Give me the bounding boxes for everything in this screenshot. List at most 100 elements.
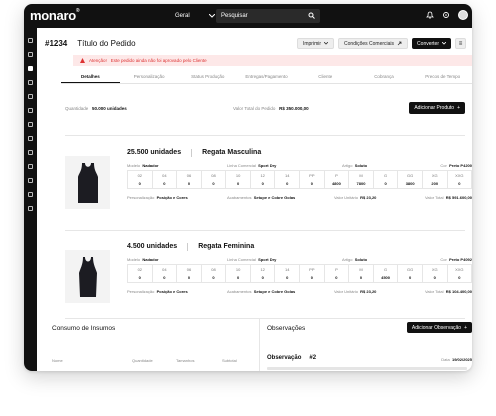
tab-cobranca[interactable]: Cobrança bbox=[355, 70, 414, 83]
more-menu-button[interactable]: ≡ bbox=[455, 38, 466, 49]
size-quantity[interactable]: 0 bbox=[335, 275, 337, 280]
truck-icon[interactable] bbox=[28, 192, 33, 197]
dashboard-icon[interactable] bbox=[28, 38, 33, 43]
unit-value: R$ 23,20 bbox=[360, 195, 377, 200]
size-quantity[interactable]: 0 bbox=[237, 181, 239, 186]
size-label: G bbox=[384, 267, 388, 272]
plus-icon: + bbox=[464, 324, 467, 331]
tab-precos-tempo[interactable]: Precos de Tempo bbox=[413, 70, 472, 83]
col-quantidade: Quantidade bbox=[132, 358, 153, 363]
grid-icon[interactable] bbox=[28, 108, 33, 113]
box-icon[interactable] bbox=[28, 66, 33, 71]
avatar[interactable] bbox=[458, 10, 468, 20]
line-label: Linha Comercial bbox=[227, 257, 256, 262]
product-image[interactable] bbox=[65, 156, 110, 209]
size-quantity[interactable]: 4800 bbox=[332, 181, 341, 186]
size-quantity[interactable]: 0 bbox=[311, 275, 313, 280]
list-icon[interactable] bbox=[28, 94, 33, 99]
size-cell: 12 0 bbox=[251, 171, 276, 188]
size-quantity[interactable]: 0 bbox=[458, 275, 460, 280]
clipboard-icon[interactable] bbox=[28, 136, 33, 141]
size-cell: 04 0 bbox=[153, 265, 178, 282]
size-quantity[interactable]: 0 bbox=[163, 275, 165, 280]
chart-icon[interactable] bbox=[28, 150, 33, 155]
size-quantity[interactable]: 0 bbox=[139, 275, 141, 280]
size-cell: PP 0 bbox=[300, 171, 325, 188]
size-quantity[interactable]: 0 bbox=[360, 275, 362, 280]
size-quantity[interactable]: 0 bbox=[434, 275, 436, 280]
meta-model: Modelo Nadador bbox=[127, 163, 159, 168]
size-cell: 06 0 bbox=[177, 265, 202, 282]
add-product-button[interactable]: Adicionar Produto + bbox=[409, 102, 465, 114]
size-cell: 08 0 bbox=[202, 265, 227, 282]
search-input[interactable]: Pesquisar bbox=[216, 9, 320, 23]
size-cell: 10 0 bbox=[226, 171, 251, 188]
size-label: 12 bbox=[260, 267, 265, 272]
help-icon[interactable] bbox=[28, 206, 33, 211]
size-quantity[interactable]: 0 bbox=[286, 181, 288, 186]
gear-icon[interactable] bbox=[442, 11, 450, 19]
total-label: Valor Total do Pedido bbox=[233, 106, 276, 111]
size-quantity[interactable]: 0 bbox=[286, 275, 288, 280]
tab-personalizacao[interactable]: Personalização bbox=[120, 70, 179, 83]
size-quantity[interactable]: 0 bbox=[409, 275, 411, 280]
commercial-conditions-button[interactable]: Condições Comerciais bbox=[338, 38, 409, 49]
convert-button[interactable]: Converter bbox=[412, 38, 451, 49]
divider bbox=[65, 135, 465, 136]
size-quantity[interactable]: 0 bbox=[384, 181, 386, 186]
size-quantity[interactable]: 4500 bbox=[381, 275, 390, 280]
document-icon[interactable] bbox=[28, 52, 33, 57]
size-quantity[interactable]: 0 bbox=[188, 275, 190, 280]
size-label: G bbox=[384, 173, 388, 178]
size-cell: G0 bbox=[374, 171, 399, 188]
size-quantity[interactable]: 3800 bbox=[406, 181, 415, 186]
order-summary: Quantidade 50.000 unidades Valor Total d… bbox=[65, 102, 465, 116]
size-cell: 02 0 bbox=[128, 171, 153, 188]
size-cell: M 7800 bbox=[349, 171, 374, 188]
tab-entregas-pagamento[interactable]: Entregas/Pagamento bbox=[237, 70, 296, 83]
meta-fabric: Artigo Soluto bbox=[342, 257, 367, 262]
user-icon[interactable] bbox=[28, 80, 33, 85]
tag-icon[interactable] bbox=[28, 178, 33, 183]
bell-icon[interactable] bbox=[426, 11, 434, 19]
divider bbox=[65, 230, 465, 231]
product-image[interactable] bbox=[65, 250, 110, 303]
size-quantity[interactable]: 0 bbox=[212, 275, 214, 280]
print-button[interactable]: Imprimir bbox=[296, 38, 335, 49]
size-quantity[interactable]: 0 bbox=[163, 181, 165, 186]
size-label: PP bbox=[309, 267, 315, 272]
size-label: XXG bbox=[455, 173, 464, 178]
search-icon[interactable] bbox=[308, 12, 315, 19]
size-label: XXG bbox=[455, 267, 464, 272]
meta-personalization: Personalização Posição e Cores bbox=[127, 289, 188, 294]
size-label: M bbox=[359, 173, 363, 178]
size-quantity[interactable]: 0 bbox=[139, 181, 141, 186]
size-quantity[interactable]: 7800 bbox=[357, 181, 366, 186]
tab-cliente[interactable]: Cliente bbox=[296, 70, 355, 83]
plus-icon: + bbox=[457, 105, 460, 111]
size-quantity[interactable]: 0 bbox=[237, 275, 239, 280]
logo[interactable]: monaro® bbox=[30, 8, 80, 23]
col-nome: Nome bbox=[52, 358, 63, 363]
size-quantity[interactable]: 0 bbox=[262, 275, 264, 280]
size-quantity[interactable]: 200 bbox=[431, 181, 438, 186]
fabric-value: Soluto bbox=[354, 163, 368, 168]
size-quantity[interactable]: 0 bbox=[311, 181, 313, 186]
observacoes-title: Observações bbox=[267, 325, 306, 332]
scope-select[interactable]: Geral bbox=[175, 10, 215, 22]
col-subtotal: Subtotal bbox=[222, 358, 237, 363]
tab-detalhes[interactable]: Detalhes bbox=[61, 70, 120, 83]
size-label: GG bbox=[407, 267, 414, 272]
size-quantity[interactable]: 0 bbox=[212, 181, 214, 186]
col-tamanhos: Tamanhos bbox=[176, 358, 195, 363]
size-quantity[interactable]: 0 bbox=[262, 181, 264, 186]
settings-icon[interactable] bbox=[28, 164, 33, 169]
size-label: P bbox=[335, 173, 338, 178]
calendar-icon[interactable] bbox=[28, 122, 33, 127]
print-label: Imprimir bbox=[302, 40, 322, 47]
size-quantity[interactable]: 0 bbox=[458, 181, 460, 186]
meta-line: Linha Comercial Sport Dry bbox=[227, 257, 276, 262]
tab-status-producao[interactable]: Status Produção bbox=[178, 70, 237, 83]
add-observation-button[interactable]: Adicionar Observação + bbox=[406, 322, 472, 333]
size-quantity[interactable]: 0 bbox=[188, 181, 190, 186]
